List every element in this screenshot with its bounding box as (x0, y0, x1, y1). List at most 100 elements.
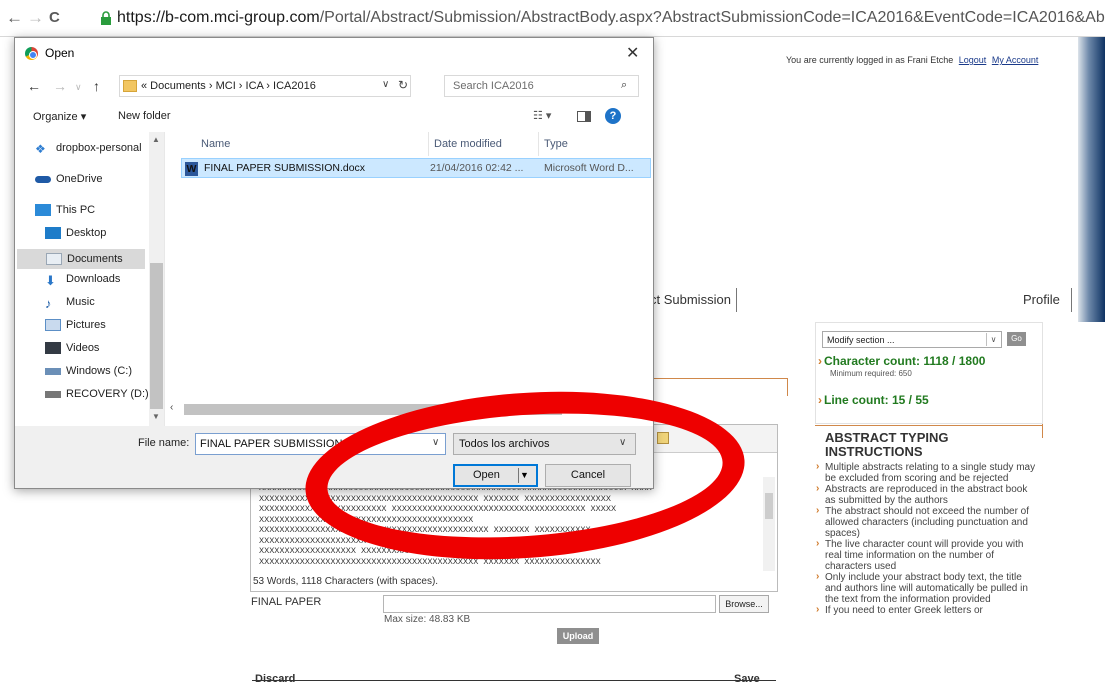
login-status: You are currently logged in as Frani Etc… (786, 55, 1038, 65)
navigation-pane: ❖ dropbox-personal OneDrive This PC Deskt… (15, 132, 165, 426)
dropbox-icon: ❖ (35, 142, 46, 157)
browse-button[interactable]: Browse... (719, 595, 769, 613)
discard-button[interactable]: Discard (255, 673, 295, 683)
videos-icon (45, 342, 61, 355)
music-icon: ♪ (45, 296, 52, 312)
file-type: Microsoft Word D... (544, 162, 634, 174)
dialog-search-input[interactable]: Search ICA2016 ⌕ (444, 75, 639, 97)
nav-item-videos[interactable]: Videos (45, 342, 99, 362)
page-nav-tabs: ct Submission Profile (640, 288, 1078, 314)
dialog-titlebar: Open ✕ (15, 38, 653, 69)
nav-item-label: Music (66, 296, 95, 308)
instruction-item: If you need to enter Greek letters or (815, 604, 1040, 616)
nav-item-desktop[interactable]: Desktop (45, 227, 106, 247)
file-list: Name Date modified Type W FINAL PAPER SU… (166, 132, 653, 426)
documents-icon (46, 253, 62, 266)
editor-scrollbar[interactable] (763, 477, 775, 571)
computer-icon (35, 204, 51, 217)
file-date: 21/04/2016 02:42 ... (430, 162, 524, 174)
word-document-icon: W (185, 162, 198, 176)
nav-item-label: Windows (C:) (66, 365, 133, 377)
reload-button[interactable]: C (49, 9, 60, 26)
help-icon[interactable]: ? (605, 108, 621, 124)
scroll-up-icon[interactable]: ▲ (152, 135, 160, 144)
page-side-gradient (1078, 37, 1105, 322)
logout-link[interactable]: Logout (959, 55, 987, 65)
file-name-label: File name: (138, 437, 190, 449)
close-icon[interactable]: ✕ (626, 43, 639, 63)
scroll-thumb[interactable] (765, 493, 773, 519)
nav-item-label: Pictures (66, 319, 106, 331)
drive-icon (45, 390, 61, 398)
tab-abstract-submission[interactable]: ct Submission (650, 292, 731, 307)
recent-locations-icon[interactable]: ∨ (75, 82, 82, 93)
column-header-name[interactable]: Name (196, 132, 429, 156)
section-divider (787, 378, 788, 396)
scroll-left-icon[interactable]: ‹ (170, 402, 173, 413)
view-options-icon[interactable]: ☷ ▾ (533, 109, 551, 122)
chevron-down-icon[interactable]: ∨ (382, 79, 389, 90)
tab-divider (1071, 288, 1072, 312)
browser-toolbar: ← → C https://b-com.mci-group.com/Portal… (0, 0, 1105, 37)
footer-divider (252, 680, 776, 681)
tab-profile[interactable]: Profile (1023, 292, 1060, 307)
nav-item-label: OneDrive (56, 173, 103, 185)
instruction-item: The live character count will provide yo… (815, 538, 1040, 572)
search-icon: ⌕ (621, 79, 628, 91)
organize-menu[interactable]: Organize ▾ (33, 110, 86, 123)
dialog-toolbar: Organize ▾ New folder ☷ ▾ ? (15, 103, 653, 131)
login-text: You are currently logged in as Frani Etc… (786, 55, 954, 65)
nav-item-music[interactable]: ♪ Music (45, 296, 95, 316)
my-account-link[interactable]: My Account (992, 55, 1039, 65)
lock-icon (101, 11, 111, 25)
screen: ← → C https://b-com.mci-group.com/Portal… (0, 0, 1105, 683)
path-breadcrumb[interactable]: « Documents › MCI › ICA › ICA2016 ∨ ↻ (119, 75, 411, 97)
word-count: 53 Words, 1118 Characters (with spaces). (253, 576, 439, 587)
instructions-list: Multiple abstracts relating to a single … (815, 461, 1040, 616)
forward-arrow-icon[interactable]: → (53, 78, 67, 94)
line-count-text: Line count: 15 / 55 (824, 393, 929, 407)
scroll-down-icon[interactable]: ▼ (152, 412, 160, 421)
nav-item-dropbox[interactable]: ❖ dropbox-personal (35, 142, 142, 162)
dialog-address-row: ← → ∨ ↑ « Documents › MCI › ICA › ICA201… (15, 69, 653, 103)
downloads-icon: ⬇ (45, 273, 56, 289)
drive-icon (45, 367, 61, 375)
file-row[interactable]: W FINAL PAPER SUBMISSION.docx 21/04/2016… (181, 158, 651, 178)
nav-item-recovery-d[interactable]: RECOVERY (D:) (45, 388, 149, 408)
new-folder-button[interactable]: New folder (118, 110, 171, 122)
nav-item-documents[interactable]: Documents (17, 249, 145, 269)
go-button[interactable]: Go (1007, 332, 1026, 346)
tab-divider (736, 288, 737, 312)
nav-item-onedrive[interactable]: OneDrive (35, 173, 102, 193)
column-header-date[interactable]: Date modified (429, 132, 539, 156)
refresh-icon[interactable]: ↻ (398, 78, 408, 92)
final-paper-label: FINAL PAPER (251, 596, 322, 608)
back-button[interactable]: ← (6, 9, 23, 26)
instruction-item: Abstracts are reproduced in the abstract… (815, 483, 1040, 506)
file-name: FINAL PAPER SUBMISSION.docx (204, 162, 366, 174)
nav-item-windows-c[interactable]: Windows (C:) (45, 365, 132, 385)
instructions-title: ABSTRACT TYPING INSTRUCTIONS (825, 430, 949, 459)
section-divider (652, 378, 788, 379)
address-bar[interactable]: https://b-com.mci-group.com/Portal/Abstr… (117, 9, 1105, 27)
nav-scrollbar[interactable]: ▲ ▼ (149, 132, 164, 426)
nav-item-this-pc[interactable]: This PC (35, 204, 95, 224)
chevron-down-icon: ∨ (986, 333, 1000, 346)
instruction-item: Multiple abstracts relating to a single … (815, 461, 1040, 484)
up-arrow-icon[interactable]: ↑ (93, 78, 100, 94)
column-header-type[interactable]: Type (539, 132, 653, 156)
upload-button[interactable]: Upload (557, 628, 599, 644)
instructions-panel: ABSTRACT TYPING INSTRUCTIONS Multiple ab… (815, 425, 1043, 683)
nav-item-label: Documents (67, 253, 123, 265)
character-count: › Character count: 1118 / 1800 (818, 354, 986, 368)
scroll-thumb[interactable] (150, 263, 163, 409)
final-paper-file-input[interactable] (383, 595, 716, 613)
save-button[interactable]: Save (734, 673, 760, 683)
instruction-item: The abstract should not exceed the numbe… (815, 505, 1040, 539)
back-arrow-icon[interactable]: ← (27, 78, 41, 94)
nav-item-downloads[interactable]: ⬇ Downloads (45, 273, 120, 293)
nav-item-pictures[interactable]: Pictures (45, 319, 106, 339)
preview-pane-icon[interactable] (577, 111, 591, 122)
modify-section-select[interactable]: Modify section ... ∨ (822, 331, 1002, 348)
forward-button[interactable]: → (27, 9, 44, 26)
